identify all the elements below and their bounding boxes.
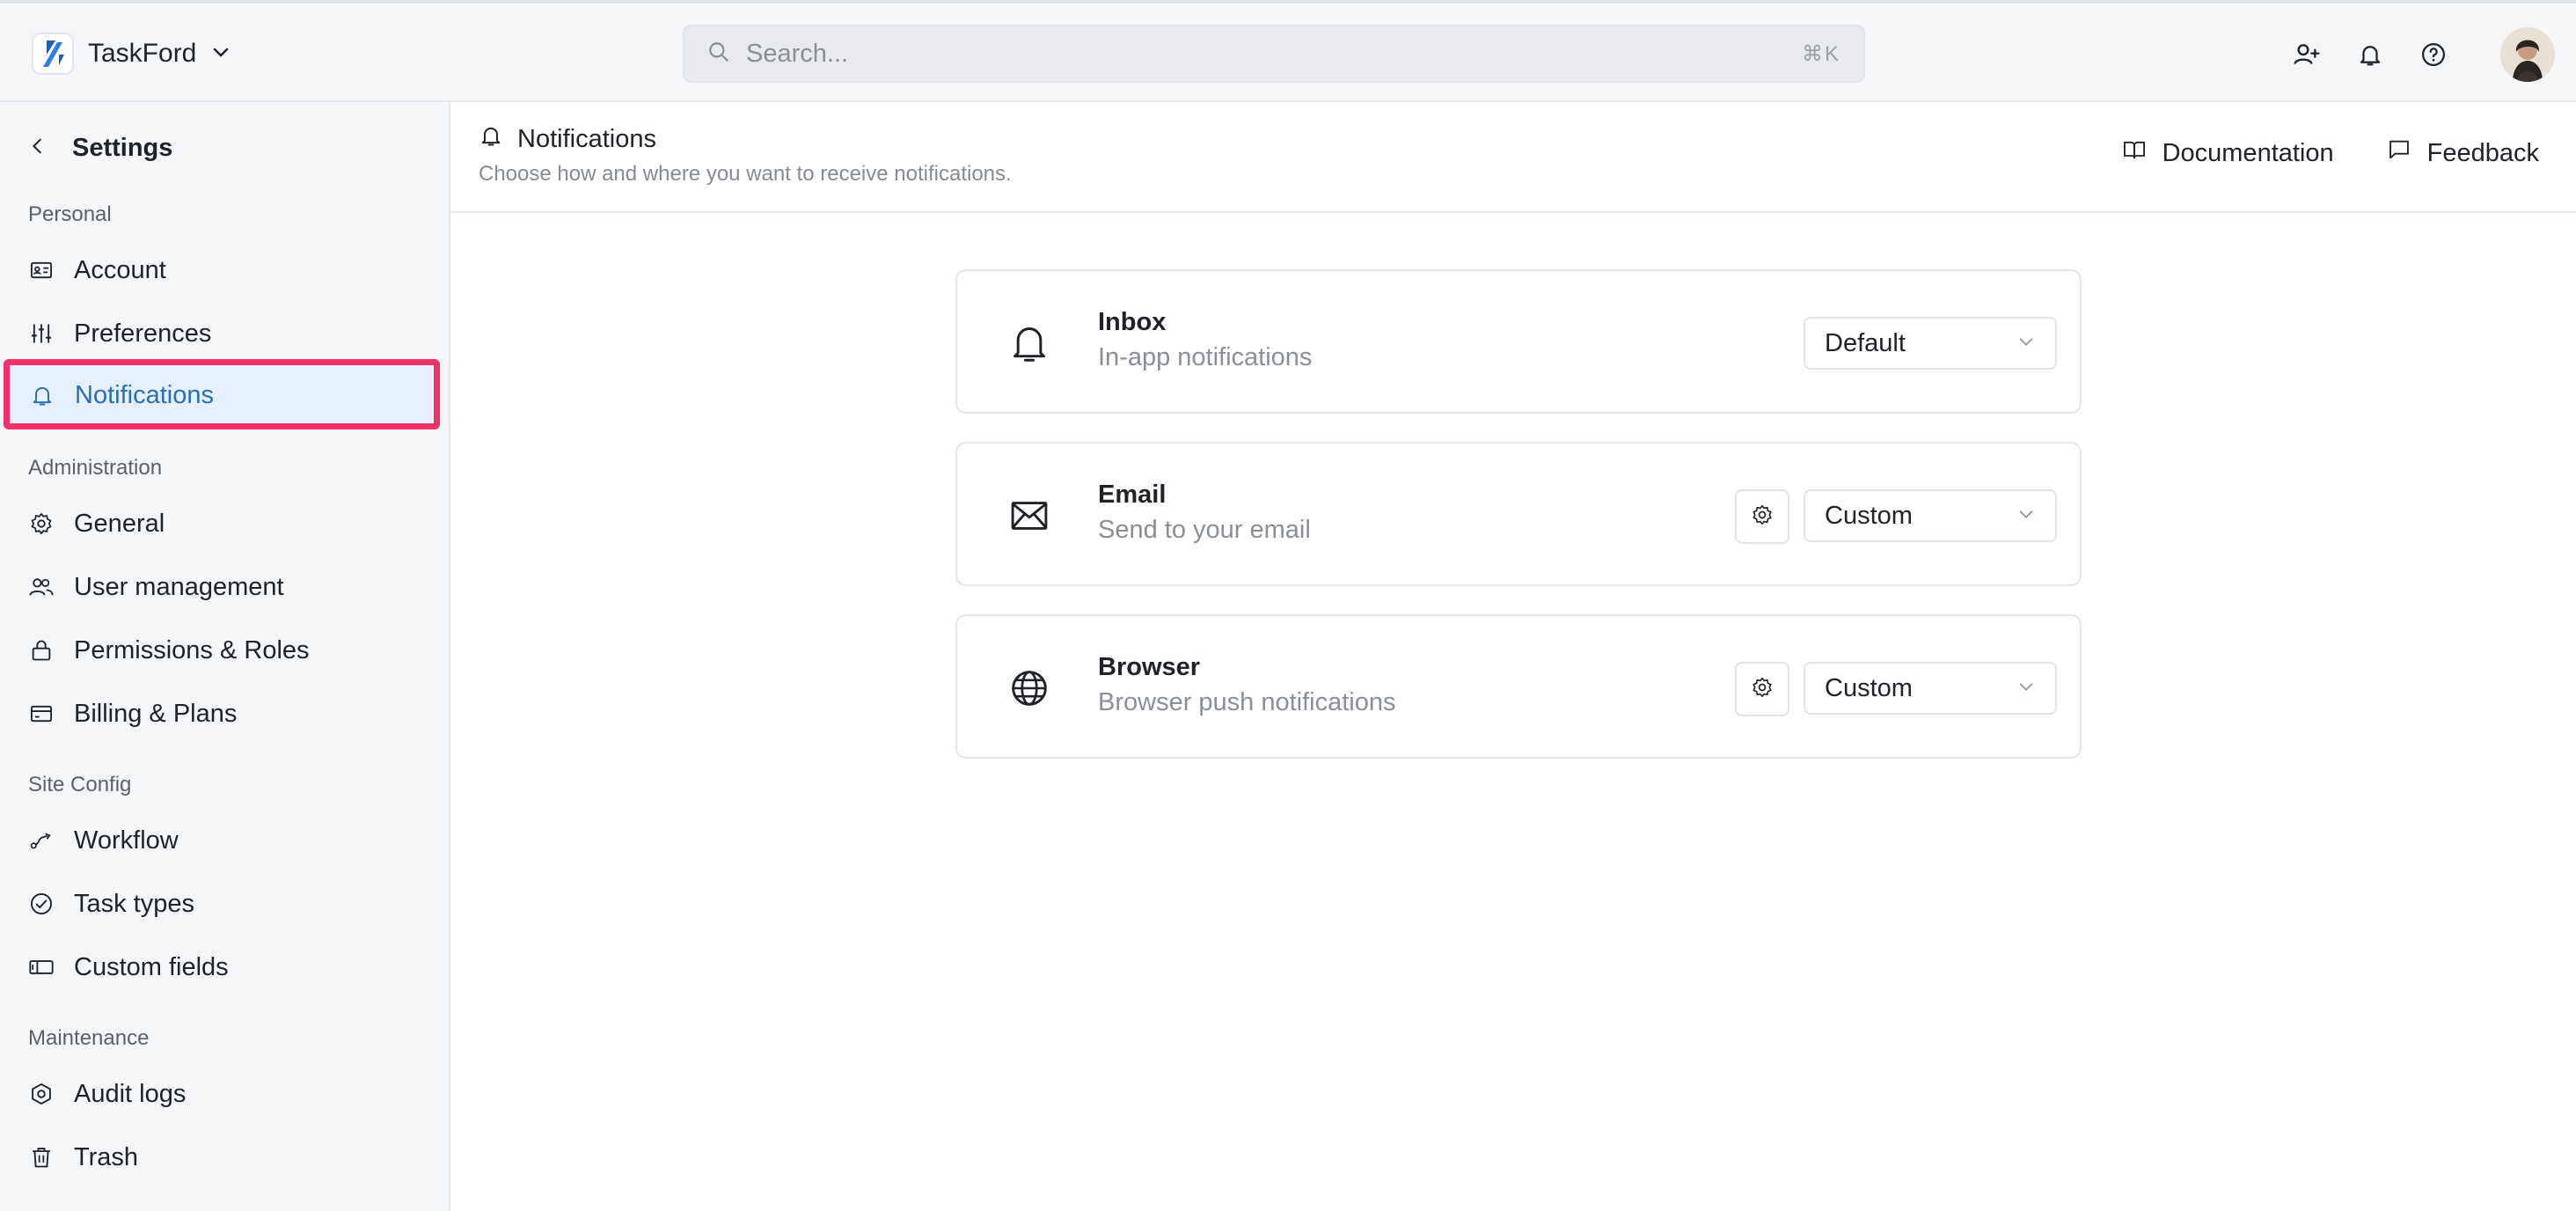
help-icon[interactable] xyxy=(2418,39,2449,70)
gear-icon xyxy=(1751,503,1774,531)
globe-icon xyxy=(1003,662,1056,715)
sidebar-item-audit-logs[interactable]: Audit logs xyxy=(28,1069,433,1119)
channel-subtitle: Send to your email xyxy=(1098,516,1311,544)
select-value: Custom xyxy=(1825,501,1913,530)
channel-card-email: Email Send to your email Custom xyxy=(955,442,2082,586)
chevron-down-icon xyxy=(2016,502,2036,531)
browser-settings-button[interactable] xyxy=(1735,662,1789,716)
id-card-icon xyxy=(28,257,55,283)
sidebar-item-workflow[interactable]: Workflow xyxy=(28,816,433,865)
user-avatar[interactable] xyxy=(2500,27,2555,82)
bell-icon xyxy=(479,123,503,155)
sidebar-item-label: User management xyxy=(74,572,284,601)
invite-user-icon[interactable] xyxy=(2291,39,2323,70)
gear-icon xyxy=(1751,676,1774,703)
channel-subtitle: Browser push notifications xyxy=(1098,688,1396,716)
sidebar-item-label: Trash xyxy=(74,1142,139,1171)
search-icon xyxy=(707,40,730,68)
section-label-personal: Personal xyxy=(28,202,112,226)
sidebar-item-label: Custom fields xyxy=(74,952,229,981)
workspace-switcher[interactable]: TaskFord xyxy=(32,30,231,77)
settings-sidebar: Settings Personal Account Preferences No… xyxy=(0,102,450,1211)
browser-mode-select[interactable]: Custom xyxy=(1804,662,2057,715)
bell-icon xyxy=(29,382,55,408)
sidebar-item-label: Audit logs xyxy=(74,1079,187,1108)
sidebar-item-notifications[interactable]: Notifications xyxy=(29,371,434,420)
credit-card-icon xyxy=(28,701,55,727)
book-open-icon xyxy=(2122,137,2147,169)
documentation-link[interactable]: Documentation xyxy=(2122,137,2334,169)
sidebar-item-general[interactable]: General xyxy=(28,499,433,548)
section-label-site-config: Site Config xyxy=(28,773,132,796)
sidebar-item-task-types[interactable]: Task types xyxy=(28,879,433,928)
chevron-down-icon xyxy=(2016,674,2036,703)
feedback-link[interactable]: Feedback xyxy=(2387,137,2539,169)
channel-card-browser: Browser Browser push notifications Custo… xyxy=(955,614,2082,759)
section-label-administration: Administration xyxy=(28,456,163,480)
search-input[interactable]: Search... ⌘K xyxy=(683,25,1865,83)
trash-icon xyxy=(28,1144,55,1171)
email-settings-button[interactable] xyxy=(1735,489,1789,544)
sliders-icon xyxy=(28,320,55,347)
app-name: TaskFord xyxy=(88,39,197,68)
page-subtitle: Choose how and where you want to receive… xyxy=(479,162,1012,186)
header-links: Documentation Feedback xyxy=(2122,137,2539,169)
inbox-mode-select[interactable]: Default xyxy=(1804,317,2057,370)
sidebar-item-label: Account xyxy=(74,255,166,284)
bell-icon xyxy=(1003,317,1056,370)
channel-title: Email xyxy=(1098,481,1167,509)
sidebar-item-trash[interactable]: Trash xyxy=(28,1133,433,1182)
back-arrow-icon[interactable] xyxy=(28,136,48,160)
check-circle-icon xyxy=(28,891,55,917)
gear-icon xyxy=(28,510,55,537)
chevron-down-icon xyxy=(2016,329,2036,358)
sidebar-item-user-management[interactable]: User management xyxy=(28,562,433,612)
main-content: Notifications Choose how and where you w… xyxy=(450,102,2576,1211)
sidebar-item-label: Billing & Plans xyxy=(74,699,238,728)
taskford-logo-icon xyxy=(32,33,74,75)
sidebar-item-label: General xyxy=(74,509,165,538)
sidebar-item-label: Task types xyxy=(74,889,194,918)
section-label-maintenance: Maintenance xyxy=(28,1026,150,1050)
select-value: Custom xyxy=(1825,673,1913,702)
users-icon xyxy=(28,574,55,600)
custom-field-icon xyxy=(28,954,55,980)
lock-icon xyxy=(28,637,55,664)
sidebar-item-label: Workflow xyxy=(74,826,179,855)
channel-title: Inbox xyxy=(1098,308,1167,336)
hexagon-gear-icon xyxy=(28,1081,55,1107)
sidebar-item-account[interactable]: Account xyxy=(28,246,433,295)
sidebar-item-label: Preferences xyxy=(74,319,212,348)
channel-title: Browser xyxy=(1098,653,1201,681)
documentation-label: Documentation xyxy=(2162,138,2334,167)
feedback-label: Feedback xyxy=(2426,138,2539,167)
chevron-down-icon xyxy=(210,41,231,67)
mail-icon xyxy=(1003,489,1056,542)
workflow-icon xyxy=(28,827,55,854)
sidebar-title: Settings xyxy=(72,134,173,162)
sidebar-item-label: Permissions & Roles xyxy=(74,635,310,664)
sidebar-header: Settings xyxy=(28,134,172,163)
channel-subtitle: In-app notifications xyxy=(1098,343,1313,371)
sidebar-item-permissions-roles[interactable]: Permissions & Roles xyxy=(28,626,433,675)
top-actions xyxy=(2291,26,2555,83)
sidebar-item-custom-fields[interactable]: Custom fields xyxy=(28,943,433,992)
search-placeholder: Search... xyxy=(746,39,849,68)
top-bar: TaskFord Search... ⌘K xyxy=(0,0,2576,102)
email-mode-select[interactable]: Custom xyxy=(1804,489,2057,542)
sidebar-item-label: Notifications xyxy=(75,380,214,409)
page-header: Notifications Choose how and where you w… xyxy=(450,102,2576,213)
sidebar-item-preferences[interactable]: Preferences xyxy=(28,309,433,358)
bell-icon[interactable] xyxy=(2354,39,2386,70)
active-item-highlight: Notifications xyxy=(4,359,440,429)
search-shortcut: ⌘K xyxy=(1801,41,1841,66)
channel-card-inbox: Inbox In-app notifications Default xyxy=(955,269,2082,414)
sidebar-item-billing-plans[interactable]: Billing & Plans xyxy=(28,689,433,738)
message-square-icon xyxy=(2387,137,2411,169)
page-title: Notifications xyxy=(479,123,656,155)
select-value: Default xyxy=(1825,328,1906,357)
page-title-text: Notifications xyxy=(517,124,656,153)
